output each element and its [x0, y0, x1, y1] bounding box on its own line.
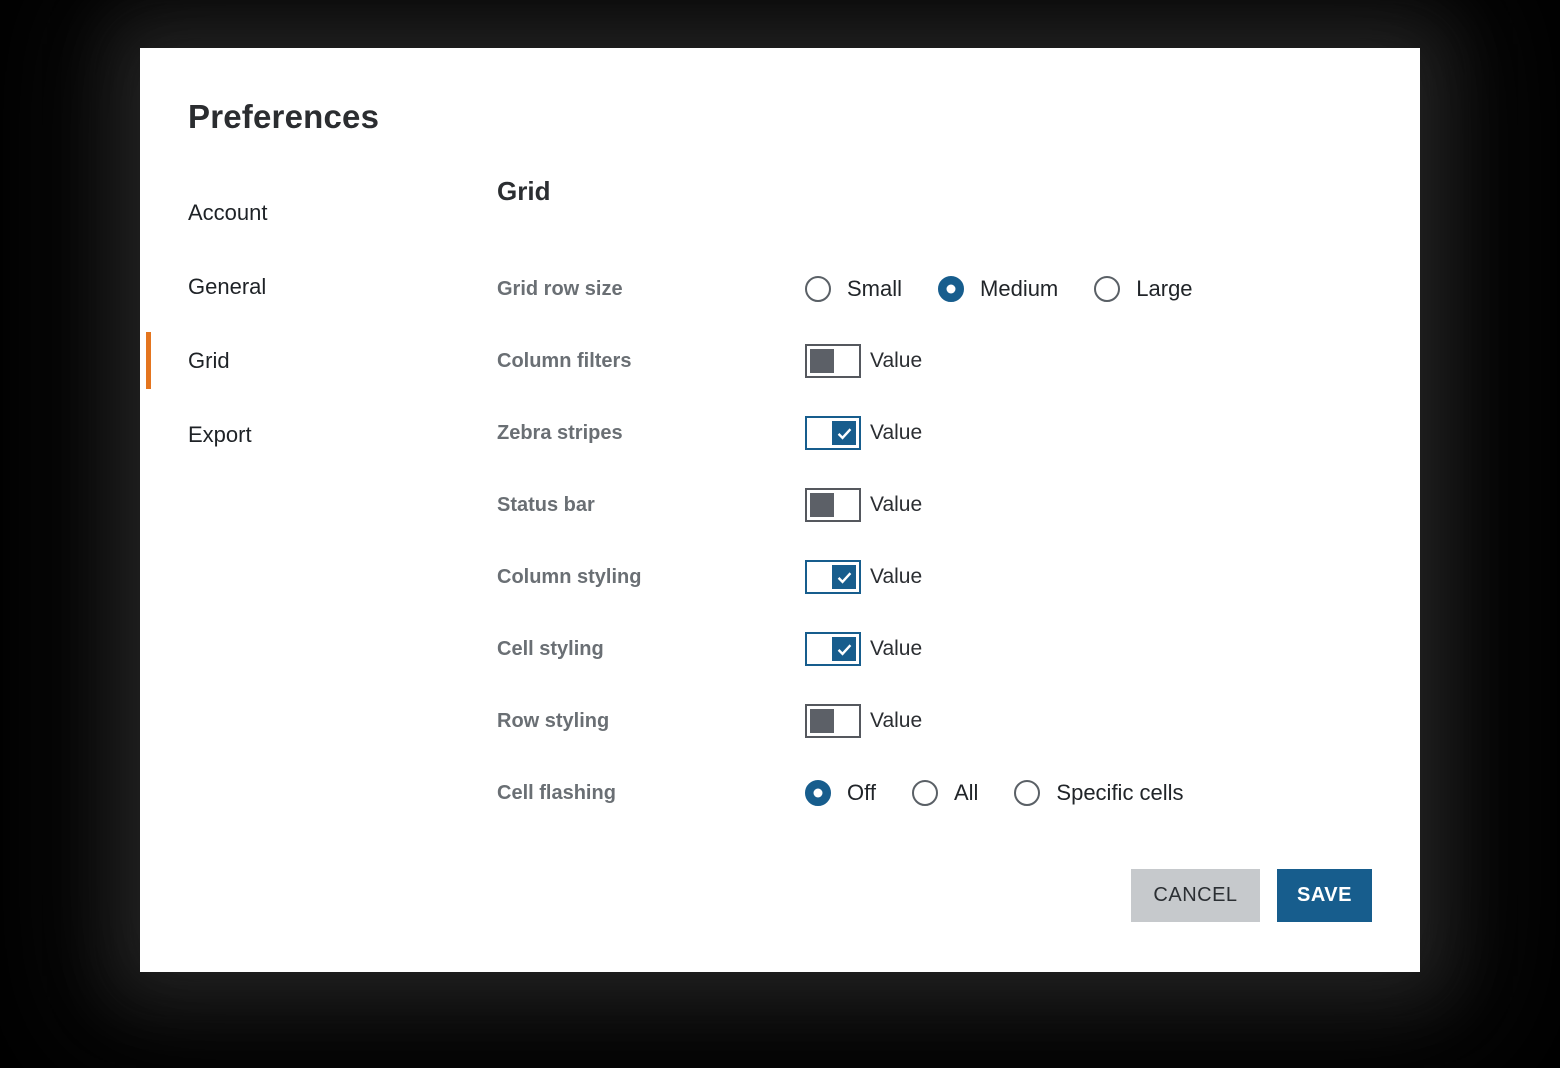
setting-row-cell-flashing: Cell flashing Off All Specific cells: [497, 757, 1372, 829]
sidebar-item-label: Grid: [188, 348, 230, 374]
cell-flashing-option-all[interactable]: All: [912, 780, 978, 806]
section-heading: Grid: [497, 176, 550, 207]
cancel-button[interactable]: CANCEL: [1131, 869, 1260, 922]
row-label: Column filters: [497, 350, 805, 373]
toggle-value-label: Value: [870, 709, 922, 733]
zebra-stripes-toggle[interactable]: [805, 416, 861, 450]
setting-row-status-bar: Status bar Value: [497, 469, 1372, 541]
row-label: Zebra stripes: [497, 422, 805, 445]
sidebar-item-label: Account: [188, 200, 268, 226]
column-styling-toggle[interactable]: [805, 560, 861, 594]
column-filters-toggle[interactable]: [805, 344, 861, 378]
dialog-title: Preferences: [188, 98, 379, 136]
radio-label[interactable]: Specific cells: [1056, 780, 1183, 806]
row-label: Status bar: [497, 494, 805, 517]
cell-flashing-controls: Off All Specific cells: [805, 780, 1184, 806]
preferences-dialog: Preferences Account General Grid Export Gri…: [140, 48, 1420, 972]
row-label: Grid row size: [497, 278, 805, 301]
toggle-value-label: Value: [870, 493, 922, 517]
check-icon: [835, 640, 854, 659]
toggle-value-label: Value: [870, 565, 922, 589]
radio-label[interactable]: Off: [847, 780, 876, 806]
sidebar-item-label: General: [188, 274, 266, 300]
toggle-knob: [810, 709, 834, 733]
radio-label[interactable]: Small: [847, 276, 902, 302]
grid-row-size-radio-medium[interactable]: [938, 276, 964, 302]
cell-flashing-option-specific-cells[interactable]: Specific cells: [1014, 780, 1183, 806]
cell-flashing-radio-off[interactable]: [805, 780, 831, 806]
cell-flashing-option-off[interactable]: Off: [805, 780, 876, 806]
sidebar-item-grid[interactable]: Grid: [140, 324, 470, 398]
radio-label[interactable]: Medium: [980, 276, 1058, 302]
grid-row-size-radio-small[interactable]: [805, 276, 831, 302]
row-label: Row styling: [497, 710, 805, 733]
toggle-knob: [810, 349, 834, 373]
check-icon: [835, 424, 854, 443]
toggle-knob: [832, 565, 856, 589]
setting-row-row-styling: Row styling Value: [497, 685, 1372, 757]
status-bar-toggle[interactable]: [805, 488, 861, 522]
toggle-knob: [832, 637, 856, 661]
setting-row-zebra-stripes: Zebra stripes Value: [497, 397, 1372, 469]
check-icon: [835, 568, 854, 587]
setting-row-column-filters: Column filters Value: [497, 325, 1372, 397]
grid-row-size-option-medium[interactable]: Medium: [938, 276, 1058, 302]
grid-row-size-radio-large[interactable]: [1094, 276, 1120, 302]
grid-row-size-option-small[interactable]: Small: [805, 276, 902, 302]
row-styling-controls: Value: [805, 704, 922, 738]
setting-row-column-styling: Column styling Value: [497, 541, 1372, 613]
sidebar-item-export[interactable]: Export: [140, 398, 470, 472]
cell-styling-controls: Value: [805, 632, 922, 666]
cell-flashing-radio-all[interactable]: [912, 780, 938, 806]
save-button[interactable]: SAVE: [1277, 869, 1372, 922]
toggle-knob: [810, 493, 834, 517]
dialog-footer: CANCEL SAVE: [1131, 869, 1372, 922]
setting-row-cell-styling: Cell styling Value: [497, 613, 1372, 685]
column-styling-controls: Value: [805, 560, 922, 594]
toggle-value-label: Value: [870, 421, 922, 445]
radio-label[interactable]: All: [954, 780, 978, 806]
row-styling-toggle[interactable]: [805, 704, 861, 738]
grid-row-size-controls: Small Medium Large: [805, 276, 1193, 302]
sidebar-item-account[interactable]: Account: [140, 176, 470, 250]
setting-row-grid-row-size: Grid row size Small Medium Large: [497, 253, 1372, 325]
grid-row-size-option-large[interactable]: Large: [1094, 276, 1192, 302]
row-label: Column styling: [497, 566, 805, 589]
status-bar-controls: Value: [805, 488, 922, 522]
row-label: Cell flashing: [497, 782, 805, 805]
cell-styling-toggle[interactable]: [805, 632, 861, 666]
toggle-knob: [832, 421, 856, 445]
row-label: Cell styling: [497, 638, 805, 661]
toggle-value-label: Value: [870, 349, 922, 373]
cell-flashing-radio-specific-cells[interactable]: [1014, 780, 1040, 806]
sidebar-item-general[interactable]: General: [140, 250, 470, 324]
settings-rows: Grid row size Small Medium Large Column filt…: [497, 253, 1372, 829]
toggle-value-label: Value: [870, 637, 922, 661]
sidebar: Account General Grid Export: [140, 176, 470, 472]
radio-label[interactable]: Large: [1136, 276, 1192, 302]
sidebar-item-label: Export: [188, 422, 252, 448]
column-filters-controls: Value: [805, 344, 922, 378]
zebra-stripes-controls: Value: [805, 416, 922, 450]
